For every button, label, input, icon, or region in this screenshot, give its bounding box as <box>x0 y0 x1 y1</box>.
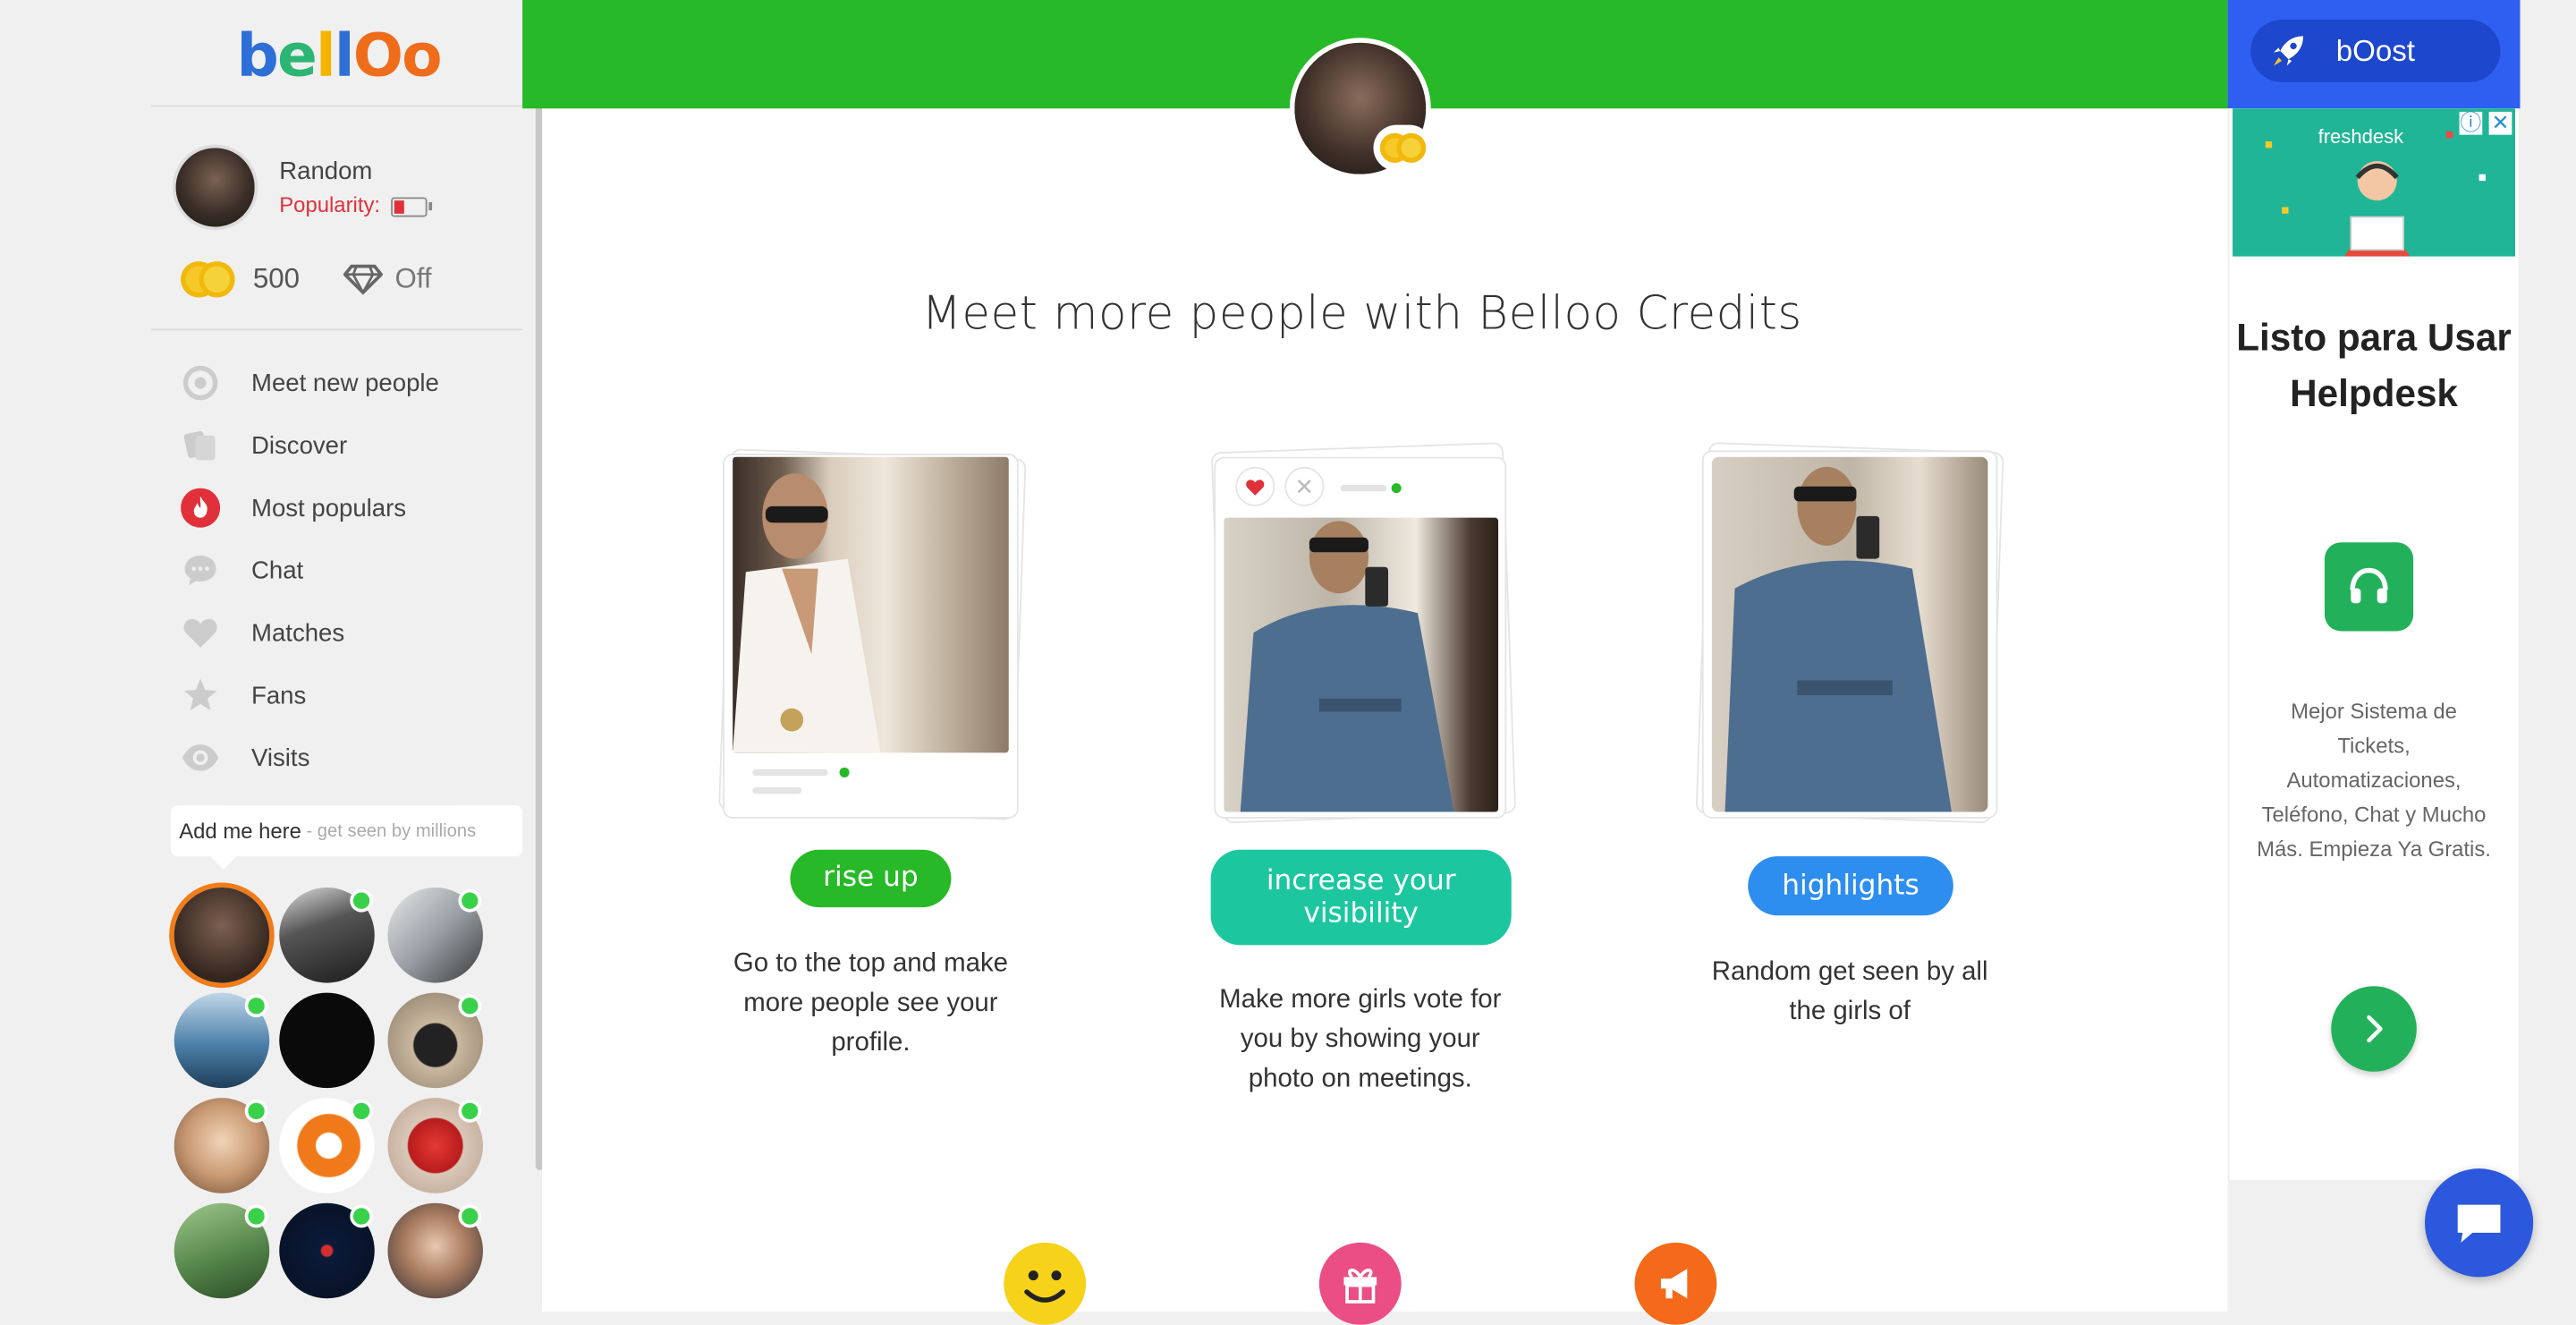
spotlight-avatar[interactable] <box>387 1098 483 1193</box>
megaphone-icon <box>1634 1242 1717 1325</box>
main-nav: Meet new people Discover Most populars C… <box>181 352 439 789</box>
ad-brand: freshdesk <box>2318 124 2404 149</box>
feature-description: Make more girls vote for you by showing … <box>1219 986 1502 1093</box>
credits-row[interactable]: 500 Off <box>181 259 432 299</box>
ad-close-icon[interactable]: ✕ <box>2488 111 2512 135</box>
nav-label: Discover <box>251 431 348 460</box>
diamond-icon <box>343 264 384 295</box>
coin-icon <box>181 261 236 298</box>
vip-status: Off <box>394 262 432 294</box>
credits-value: 500 <box>252 262 300 294</box>
nav-label: Chat <box>251 556 304 585</box>
nav-label: Most populars <box>251 494 407 522</box>
fire-icon <box>181 488 221 528</box>
headset-icon <box>2324 542 2414 632</box>
spotlight-avatar[interactable] <box>174 1098 270 1193</box>
cards-icon <box>181 426 220 465</box>
spotlight-avatar[interactable] <box>279 992 375 1089</box>
nav-label: Fans <box>251 681 307 709</box>
increase-visibility-button[interactable]: increase your visibility <box>1210 849 1512 946</box>
close-icon: ✕ <box>1284 466 1325 506</box>
ad-arrow-button[interactable] <box>2331 986 2417 1072</box>
profile-photo <box>1224 517 1499 812</box>
ad-body: Mejor Sistema de Tickets, Automatizacion… <box>2257 698 2491 862</box>
popularity: Popularity: <box>279 191 433 217</box>
spotlight-avatar[interactable] <box>387 1202 483 1299</box>
profile-avatar[interactable] <box>1289 38 1433 180</box>
star-icon <box>181 675 220 715</box>
ad-title: Listo para Usar Helpdesk <box>2236 315 2512 414</box>
feature-description: Random get seen by all the girls of <box>1711 958 1988 1026</box>
nav-chat[interactable]: Chat <box>181 539 439 602</box>
nav-label: Meet new people <box>251 369 439 397</box>
spotlight-avatar[interactable] <box>174 888 270 983</box>
spotlight-avatar[interactable] <box>387 888 483 983</box>
rocket-icon <box>2270 33 2306 69</box>
eye-icon <box>181 738 220 777</box>
belloo-logo[interactable]: bellOo <box>236 23 442 90</box>
chevron-right-icon <box>2367 1015 2383 1043</box>
spotlight-avatar[interactable] <box>387 992 483 1089</box>
divider <box>150 328 523 331</box>
nav-discover[interactable]: Discover <box>181 414 439 477</box>
divider <box>150 105 523 107</box>
spotlight-avatar[interactable] <box>174 992 270 1089</box>
battery-icon <box>391 196 433 217</box>
spotlight-sub: - get seen by millions <box>306 820 477 841</box>
like-heart-icon <box>1235 466 1275 506</box>
ad-panel[interactable]: freshdesk ⓘ ✕ Listo para Usar Helpdesk M… <box>2227 108 2519 1181</box>
chat-fab[interactable] <box>2424 1168 2534 1278</box>
profile-photo <box>733 456 1009 753</box>
heart-icon <box>181 613 220 652</box>
popularity-label: Popularity: <box>279 191 381 217</box>
spotlight-main: Add me here <box>179 818 301 844</box>
ad-info-icon[interactable]: ⓘ <box>2459 111 2483 135</box>
coin-icon <box>1373 124 1433 172</box>
smiley-icon <box>1004 1242 1087 1325</box>
nav-meet-new-people[interactable]: Meet new people <box>181 352 439 414</box>
sidebar: bellOo Random Popularity: 500 Off Meet n <box>150 0 523 1312</box>
user-name[interactable]: Random <box>279 157 372 185</box>
boost-button[interactable]: bOost <box>2250 20 2501 82</box>
chat-icon <box>2457 1204 2501 1243</box>
rise-up-button[interactable]: rise up <box>790 849 952 908</box>
nav-fans[interactable]: Fans <box>181 664 439 726</box>
page-title: Meet more people with Belloo Credits <box>921 285 1802 341</box>
feature-description: Go to the top and make more people see y… <box>733 949 1009 1057</box>
boost-bar: bOost <box>2227 0 2521 109</box>
profile-photo <box>1711 456 1988 812</box>
spotlight-avatar[interactable] <box>279 888 375 983</box>
spotlight-avatar[interactable] <box>174 1202 270 1299</box>
nav-matches[interactable]: Matches <box>181 601 439 664</box>
nav-label: Visits <box>251 743 310 772</box>
nav-label: Matches <box>251 618 345 647</box>
nav-visits[interactable]: Visits <box>181 726 439 789</box>
spotlight-tooltip[interactable]: Add me here - get seen by millions <box>171 805 523 870</box>
gift-icon <box>1318 1242 1402 1325</box>
user-avatar[interactable] <box>172 144 258 231</box>
chat-bubble-icon <box>181 550 220 590</box>
highlights-button[interactable]: highlights <box>1748 856 1953 916</box>
nav-most-populars[interactable]: Most populars <box>181 477 439 539</box>
target-icon <box>181 363 220 403</box>
spotlight-avatar[interactable] <box>279 1202 375 1299</box>
boost-label: bOost <box>2335 33 2416 67</box>
spotlight-avatar[interactable] <box>279 1098 375 1193</box>
